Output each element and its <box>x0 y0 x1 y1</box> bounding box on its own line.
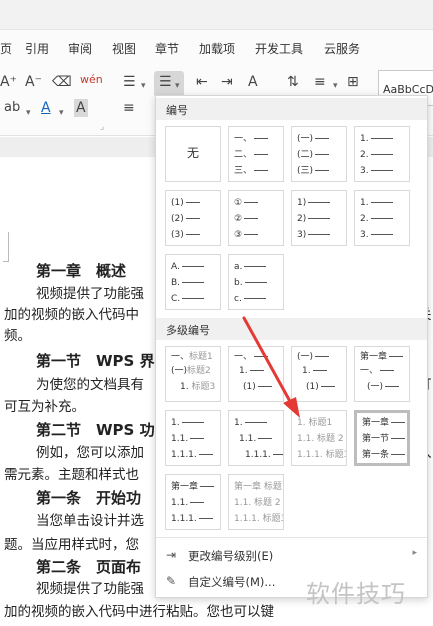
body-line: 题。当应用样式时，您 <box>4 537 139 553</box>
submenu-arrow-icon: ▸ <box>412 548 417 558</box>
body-line: 加的视频的嵌入代码中 <box>4 307 139 323</box>
page-corner-mark <box>3 232 9 262</box>
menu-divider <box>156 537 427 538</box>
tab-references[interactable]: 引用 <box>25 40 49 57</box>
multilevel-option-decimal-indent[interactable]: 1. 1.1. 1.1.1. <box>228 410 284 466</box>
watermark: 软件技巧 <box>306 580 406 608</box>
paragraph-dialog-launcher-icon[interactable]: ⌟ <box>100 118 104 136</box>
heading-article-2: 第二条 页面布 <box>36 558 142 576</box>
none-label: 无 <box>186 146 199 160</box>
multilevel-option-chinese-mixed[interactable]: 一、 1. (1) <box>228 346 284 402</box>
tab-cloud[interactable]: 云服务 <box>324 40 360 57</box>
decrease-indent-icon[interactable]: ⇤ <box>196 73 208 91</box>
numbering-option-arabic-dot[interactable]: 1. 2. 3. <box>354 126 410 182</box>
align-left-icon[interactable]: ≡ <box>123 99 135 117</box>
menu-item-label: 自定义编号(M)... <box>188 575 276 589</box>
numbering-option-circled[interactable]: ① ② ③ <box>228 190 284 246</box>
numbering-option-lower-alpha[interactable]: a. b. c. <box>228 254 284 310</box>
numbering-option-chinese-comma[interactable]: 一、 二、 三、 <box>228 126 284 182</box>
heading-section-2: 第二节 WPS 功 <box>36 421 155 439</box>
sort-icon[interactable]: ⇅ <box>287 73 299 91</box>
numbering-option-chinese-paren[interactable]: (一) (二) (三) <box>291 126 347 182</box>
body-line: 例如，您可以添加 <box>36 445 144 461</box>
title-strip <box>0 0 433 30</box>
increase-indent-icon[interactable]: ⇥ <box>221 73 233 91</box>
multilevel-option-decimal[interactable]: 1. 1.1. 1.1.1. <box>165 410 221 466</box>
multilevel-option-decimal-heading[interactable]: 1. 标题1 1.1. 标题 2 1.1.1. 标题3 <box>291 410 347 466</box>
highlight-dropdown-icon[interactable]: ▾ <box>26 104 31 122</box>
font-shrink-icon[interactable]: A⁻ <box>25 73 42 91</box>
numbering-dropdown-icon[interactable]: ▾ <box>175 77 180 95</box>
clear-format-icon[interactable]: ⌫ <box>52 73 72 91</box>
numbering-option-arabic-dot-alt[interactable]: 1. 2. 3. <box>354 190 410 246</box>
tab-review[interactable]: 审阅 <box>68 40 92 57</box>
change-numbering-level-menu-item[interactable]: ⇥ 更改编号级别(E) ▸ <box>156 542 427 568</box>
font-grow-icon[interactable]: A⁺ <box>0 73 17 91</box>
multilevel-option-chapter-chinese[interactable]: 第一章 一、 (一) <box>354 346 410 402</box>
multilevel-option-chapter-heading[interactable]: 第一章 标题1 1.1. 标题 2 1.1.1. 标题3 <box>228 474 284 530</box>
tab-view[interactable]: 视图 <box>112 40 136 57</box>
numbering-icon[interactable]: ☰ <box>159 73 172 91</box>
body-line: 可互为补充。 <box>4 399 85 415</box>
font-color-icon[interactable]: A <box>41 99 51 117</box>
borders-icon[interactable]: ⊞ <box>347 73 359 91</box>
body-line: 频。 <box>4 328 31 344</box>
font-color-dropdown-icon[interactable]: ▾ <box>59 104 64 122</box>
menu-item-label: 更改编号级别(E) <box>188 549 274 563</box>
numbering-option-half-paren[interactable]: 1) 2) 3) <box>291 190 347 246</box>
numbering-option-upper-alpha[interactable]: A. B. C. <box>165 254 221 310</box>
numbering-option-none[interactable]: 无 <box>165 126 221 182</box>
bullets-dropdown-icon[interactable]: ▾ <box>141 77 146 95</box>
multilevel-option-chapter-decimal[interactable]: 第一章 1.1. 1.1.1. <box>165 474 221 530</box>
line-spacing-dropdown-icon[interactable]: ▾ <box>333 77 338 95</box>
heading-section-1: 第一节 WPS 界 <box>36 352 155 370</box>
line-spacing-icon[interactable]: ≡ <box>314 73 326 91</box>
body-line: 视频提供了功能强 <box>36 286 144 302</box>
section-header-multilevel: 多级编号 <box>156 318 427 340</box>
char-shading-icon[interactable]: A <box>74 99 88 117</box>
tab-section[interactable]: 章节 <box>155 40 179 57</box>
char-spacing-icon[interactable]: A <box>248 73 258 91</box>
tab-developer[interactable]: 开发工具 <box>255 40 303 57</box>
body-line: 需元素。主题和样式也 <box>4 467 139 483</box>
multilevel-option-chapter-section-article[interactable]: 第一章 第一节 第一条 <box>354 410 410 466</box>
body-line: 加的视频的嵌入代码中进行粘贴。您也可以键 <box>4 604 274 620</box>
tab-page[interactable]: 页 <box>0 40 12 57</box>
numbering-option-paren-arabic[interactable]: (1) (2) (3) <box>165 190 221 246</box>
indent-levels-icon: ⇥ <box>166 548 177 562</box>
section-header-numbering: 编号 <box>156 98 427 120</box>
bullets-icon[interactable]: ☰ <box>123 73 136 91</box>
body-line: 为使您的文档具有 <box>36 377 144 393</box>
tab-addins[interactable]: 加载项 <box>199 40 235 57</box>
edit-pencil-icon: ✎ <box>166 574 177 588</box>
ribbon-tabs: 页 引用 审阅 视图 章节 加载项 开发工具 云服务 <box>0 30 433 66</box>
highlight-icon[interactable]: ab <box>4 99 20 117</box>
body-line: 视频提供了功能强 <box>36 581 144 597</box>
numbering-dropdown-panel: 编号 无 一、 二、 三、 (一) (二) (三) 1. 2. 3. (1) (… <box>155 95 428 598</box>
heading-chapter-1: 第一章 概述 <box>36 262 127 280</box>
multilevel-option-chinese-heading[interactable]: 一、标题1 (一)标题2 1. 标题3 <box>165 346 221 402</box>
body-line: 当您单击设计并选 <box>36 513 144 529</box>
heading-article-1: 第一条 开始功 <box>36 489 142 507</box>
phonetic-guide-icon[interactable]: wén <box>80 71 103 89</box>
multilevel-option-paren-chinese[interactable]: (一) 1. (1) <box>291 346 347 402</box>
